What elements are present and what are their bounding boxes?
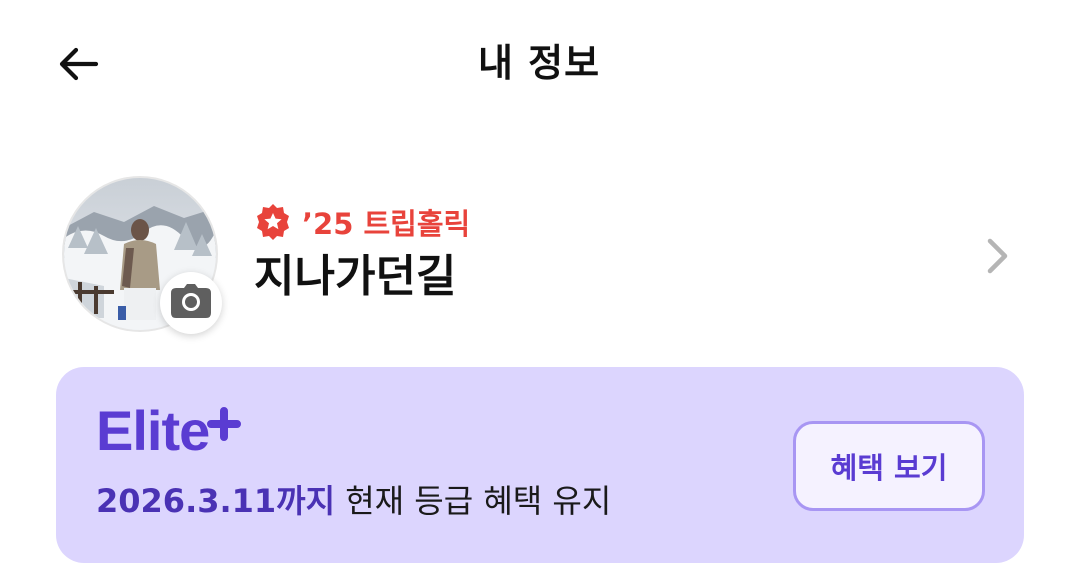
nickname: 지나가던길	[254, 251, 457, 302]
membership-card: Elite 2026.3.11까지 현재 등급 혜택 유지 혜택 보기	[56, 367, 1024, 563]
change-photo-button[interactable]	[160, 272, 222, 334]
validity-text: 2026.3.11까지 현재 등급 혜택 유지	[96, 479, 611, 523]
valid-until-date: 2026.3.11까지	[96, 482, 336, 520]
profile-row[interactable]: ’25 트립홀릭 지나가던길	[62, 176, 1022, 336]
camera-icon	[171, 284, 211, 322]
chevron-right-icon	[978, 234, 1018, 278]
tier-badge: ’25 트립홀릭	[254, 202, 470, 242]
star-badge-icon	[254, 203, 292, 241]
view-benefits-button[interactable]: 혜택 보기	[793, 421, 985, 511]
tier-plus-icon	[204, 407, 244, 447]
page-title: 내 정보	[477, 41, 601, 85]
my-info-page: 내 정보 ’25 트립홀릭 지나가던길 Elite 2026.3.11까지 현재…	[0, 0, 1078, 586]
valid-description: 현재 등급 혜택 유지	[345, 482, 612, 520]
tier-name: Elite	[96, 399, 210, 462]
badge-text: ’25 트립홀릭	[302, 207, 471, 241]
